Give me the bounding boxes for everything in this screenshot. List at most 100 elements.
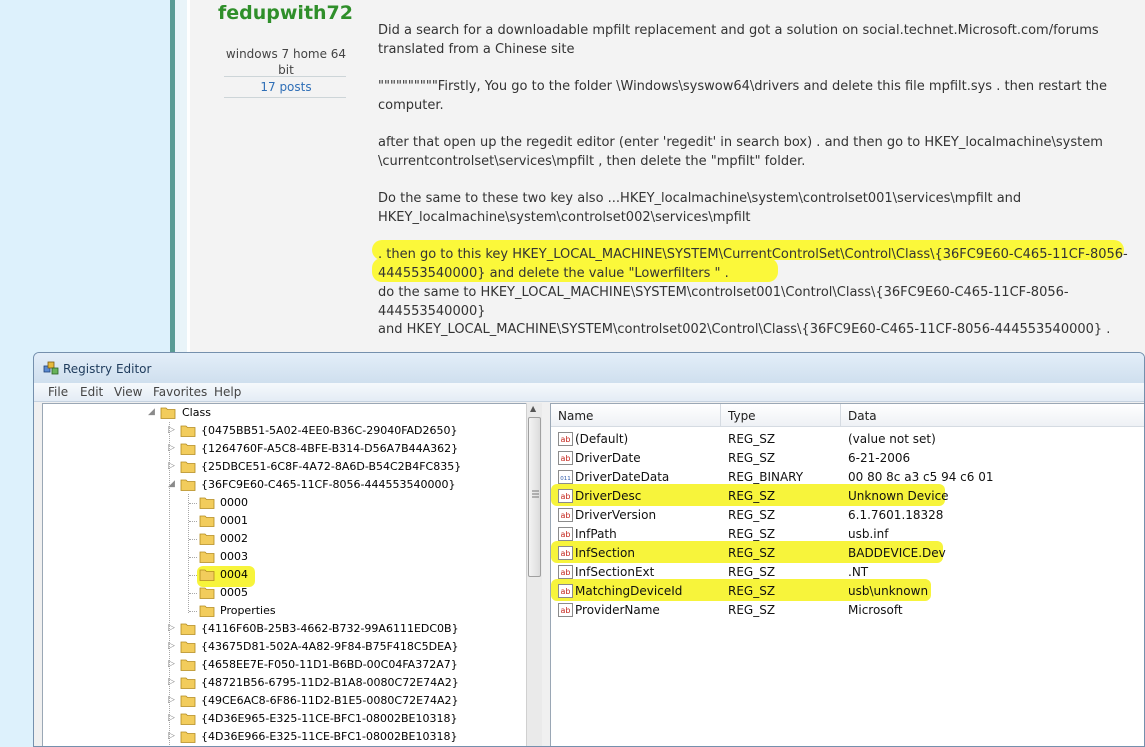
folder-icon: [180, 461, 196, 473]
value-data: Unknown Device: [848, 489, 949, 503]
tree-item[interactable]: ▷ {1264760F-A5C8-4BFE-B314-D56A7B44A362}: [43, 440, 523, 458]
expand-arrow-icon[interactable]: ▷: [168, 659, 175, 669]
grip-icon: [532, 490, 539, 498]
values-list-pane[interactable]: Name Type Data ab (Default) REG_SZ (value n…: [550, 403, 1144, 746]
menu-view[interactable]: View: [114, 385, 142, 399]
tree-guide-line: [189, 593, 197, 594]
value-name: DriverDesc: [575, 489, 642, 503]
value-type: REG_SZ: [728, 603, 776, 617]
value-row[interactable]: ab MatchingDeviceId REG_SZ usb\unknown: [551, 582, 1144, 601]
tree-subkey[interactable]: 0003: [43, 548, 523, 566]
value-row[interactable]: ab ProviderName REG_SZ Microsoft: [551, 601, 1144, 620]
string-value-icon: ab: [558, 451, 573, 465]
value-name: InfSection: [575, 546, 635, 560]
tree-item[interactable]: ▷ {4658EE7E-F050-11D1-B6BD-00C04FA372A7}: [43, 656, 523, 674]
tree-item-class[interactable]: ◢ Class: [43, 404, 523, 422]
string-value-icon: ab: [558, 565, 573, 579]
author-post-count-link[interactable]: 17 posts: [222, 80, 350, 94]
tree-guide-line: [189, 521, 197, 522]
svg-text:ab: ab: [561, 454, 571, 463]
tree-item[interactable]: ▷ {49CE6AC8-6F86-11D2-B1E5-0080C72E74A2}: [43, 692, 523, 710]
expand-arrow-icon[interactable]: ▷: [168, 677, 175, 687]
collapse-arrow-icon[interactable]: ◢: [168, 479, 175, 489]
string-value-icon: ab: [558, 603, 573, 617]
expand-arrow-icon[interactable]: ▷: [168, 695, 175, 705]
expand-arrow-icon[interactable]: ▷: [168, 461, 175, 471]
tree-item[interactable]: ▷ {0475BB51-5A02-4EE0-B36C-29040FAD2650}: [43, 422, 523, 440]
tree-subkey[interactable]: 0000: [43, 494, 523, 512]
expand-arrow-icon[interactable]: ▷: [168, 443, 175, 453]
post-author-name[interactable]: fedupwith72: [218, 2, 353, 24]
scroll-up-arrow-icon[interactable]: ▲: [530, 404, 536, 413]
tree-item[interactable]: ▷ {4116F60B-25B3-4662-B732-99A6111EDC0B}: [43, 620, 523, 638]
binary-value-icon: 011: [558, 470, 573, 484]
value-type: REG_SZ: [728, 546, 776, 560]
tree-subkey[interactable]: 0002: [43, 530, 523, 548]
column-header-type[interactable]: Type: [721, 404, 841, 427]
expand-arrow-icon[interactable]: ▷: [168, 641, 175, 651]
tree-item[interactable]: ▷ {4D36E966-E325-11CE-BFC1-08002BE10318}: [43, 728, 523, 746]
collapse-arrow-icon[interactable]: ◢: [148, 407, 155, 417]
tree-item-label: 0005: [220, 586, 248, 599]
svg-text:ab: ab: [561, 435, 571, 444]
value-type: REG_SZ: [728, 565, 776, 579]
value-type: REG_SZ: [728, 451, 776, 465]
value-type: REG_SZ: [728, 584, 776, 598]
value-name: DriverDate: [575, 451, 641, 465]
tree-item-label: 0002: [220, 532, 248, 545]
menu-edit[interactable]: Edit: [80, 385, 103, 399]
menu-favorites[interactable]: Favorites: [153, 385, 207, 399]
folder-icon: [180, 695, 196, 707]
value-data: usb\unknown: [848, 584, 929, 598]
column-header-data[interactable]: Data: [841, 404, 1144, 427]
tree-item-expanded[interactable]: ◢ {36FC9E60-C465-11CF-8056-444553540000}: [43, 476, 523, 494]
tree-item[interactable]: ▷ {48721B56-6795-11D2-B1A8-0080C72E74A2}: [43, 674, 523, 692]
tree-item[interactable]: ▷ {43675D81-502A-4A82-9F84-B75F418C5DEA}: [43, 638, 523, 656]
tree-item-label: Properties: [220, 604, 276, 617]
post-paragraph: do the same to HKEY_LOCAL_MACHINE\SYSTEM…: [378, 285, 1069, 319]
author-info-divider: [224, 76, 346, 77]
value-name: (Default): [575, 432, 629, 446]
menu-help[interactable]: Help: [214, 385, 241, 399]
value-row[interactable]: ab InfSection REG_SZ BADDEVICE.Dev: [551, 544, 1144, 563]
tree-subkey[interactable]: 0001: [43, 512, 523, 530]
value-row[interactable]: ab DriverDate REG_SZ 6-21-2006: [551, 449, 1144, 468]
expand-arrow-icon[interactable]: ▷: [168, 731, 175, 741]
value-row[interactable]: ab DriverVersion REG_SZ 6.1.7601.18328: [551, 506, 1144, 525]
value-data: .NT: [848, 565, 869, 579]
scrollbar-thumb[interactable]: [528, 417, 541, 577]
expand-arrow-icon[interactable]: ▷: [168, 623, 175, 633]
string-value-icon: ab: [558, 546, 573, 560]
menu-file[interactable]: File: [48, 385, 68, 399]
key-tree-pane[interactable]: ◢ Class ▷ {0475BB51-5A02-4EE0-B36C-29040…: [42, 403, 542, 746]
value-type: REG_SZ: [728, 527, 776, 541]
svg-text:ab: ab: [561, 568, 571, 577]
folder-icon: [199, 587, 215, 599]
value-data: 6.1.7601.18328: [848, 508, 944, 522]
post-paragraph-highlighted: . then go to this key HKEY_LOCAL_MACHINE…: [378, 247, 1128, 281]
value-row[interactable]: ab InfSectionExt REG_SZ .NT: [551, 563, 1144, 582]
tree-subkey-selected[interactable]: 0004: [43, 566, 523, 584]
expand-arrow-icon[interactable]: ▷: [168, 425, 175, 435]
value-data: BADDEVICE.Dev: [848, 546, 946, 560]
expand-arrow-icon[interactable]: ▷: [168, 713, 175, 723]
folder-icon: [199, 497, 215, 509]
tree-item[interactable]: ▷ {25DBCE51-6C8F-4A72-8A6D-B54C2B4FC835}: [43, 458, 523, 476]
tree-item-label: 0000: [220, 496, 248, 509]
tree-item[interactable]: ▷ {4D36E965-E325-11CE-BFC1-08002BE10318}: [43, 710, 523, 728]
value-name: DriverVersion: [575, 508, 657, 522]
menu-bar: File Edit View Favorites Help: [34, 383, 1144, 402]
string-value-icon: ab: [558, 432, 573, 446]
tree-vertical-scrollbar[interactable]: ▲: [526, 403, 542, 746]
string-value-icon: ab: [558, 527, 573, 541]
value-data: 00 80 8c a3 c5 94 c6 01: [848, 470, 994, 484]
tree-subkey[interactable]: Properties: [43, 602, 523, 620]
post-paragraph: Did a search for a downloadable mpfilt r…: [378, 23, 1099, 57]
window-title-bar[interactable]: Registry Editor: [34, 353, 1144, 383]
value-row[interactable]: ab DriverDesc REG_SZ Unknown Device: [551, 487, 1144, 506]
tree-subkey[interactable]: 0005: [43, 584, 523, 602]
value-row[interactable]: 011 DriverDateData REG_BINARY 00 80 8c a3 c…: [551, 468, 1144, 487]
value-row[interactable]: ab (Default) REG_SZ (value not set): [551, 430, 1144, 449]
column-header-name[interactable]: Name: [551, 404, 721, 427]
value-row[interactable]: ab InfPath REG_SZ usb.inf: [551, 525, 1144, 544]
